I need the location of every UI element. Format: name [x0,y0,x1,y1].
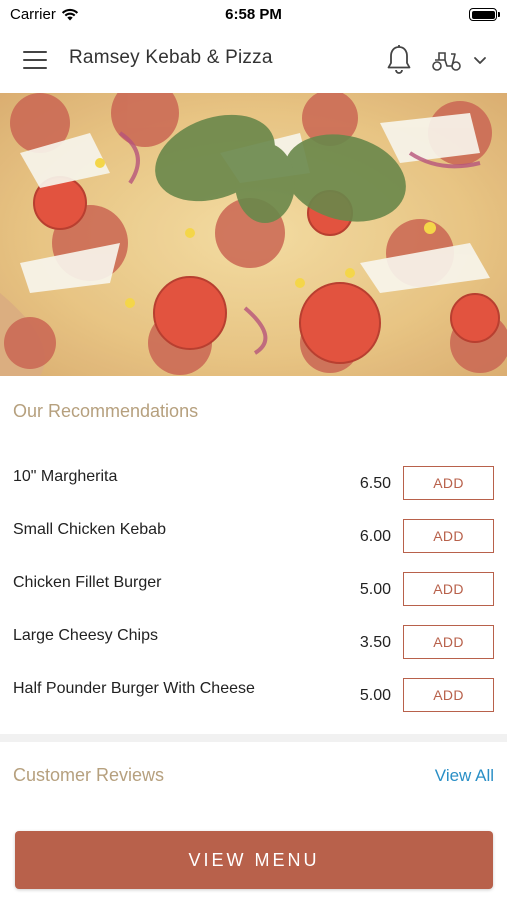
recommendations-title: Our Recommendations [13,401,199,421]
app-title: Ramsey Kebab & Pizza [69,47,273,68]
app-header: Ramsey Kebab & Pizza [0,30,507,92]
scooter-icon[interactable] [431,48,463,72]
recommendation-item: Half Pounder Burger With Cheese 5.00 ADD [0,678,507,718]
recommendation-item: 10" Margherita 6.50 ADD [0,466,507,506]
item-name: Large Cheesy Chips [13,627,158,644]
bell-icon[interactable] [385,44,413,76]
add-button[interactable]: ADD [403,678,494,712]
add-button[interactable]: ADD [403,625,494,659]
item-name: 10" Margherita [13,468,118,485]
battery-icon [469,8,500,21]
menu-icon[interactable] [23,51,47,69]
view-all-link[interactable]: View All [435,766,494,786]
status-bar: Carrier 6:58 PM [0,0,507,30]
item-price: 5.00 [359,581,391,598]
section-divider [0,734,507,742]
add-button[interactable]: ADD [403,519,494,553]
recommendation-item: Chicken Fillet Burger 5.00 ADD [0,572,507,612]
chevron-down-icon[interactable] [473,54,487,66]
item-price: 3.50 [359,634,391,651]
item-name: Half Pounder Burger With Cheese [13,680,255,697]
item-name: Chicken Fillet Burger [13,574,162,591]
reviews-title: Customer Reviews [13,765,165,785]
recommendation-item: Small Chicken Kebab 6.00 ADD [0,519,507,559]
item-name: Small Chicken Kebab [13,521,166,538]
add-button[interactable]: ADD [403,466,494,500]
recommendation-item: Large Cheesy Chips 3.50 ADD [0,625,507,665]
hero-image [0,93,507,376]
status-time: 6:58 PM [225,6,282,23]
view-menu-button[interactable]: VIEW MENU [15,831,493,889]
item-price: 6.50 [359,475,391,492]
item-price: 5.00 [359,687,391,704]
pizza-image [0,93,507,376]
item-price: 6.00 [359,528,391,545]
add-button[interactable]: ADD [403,572,494,606]
